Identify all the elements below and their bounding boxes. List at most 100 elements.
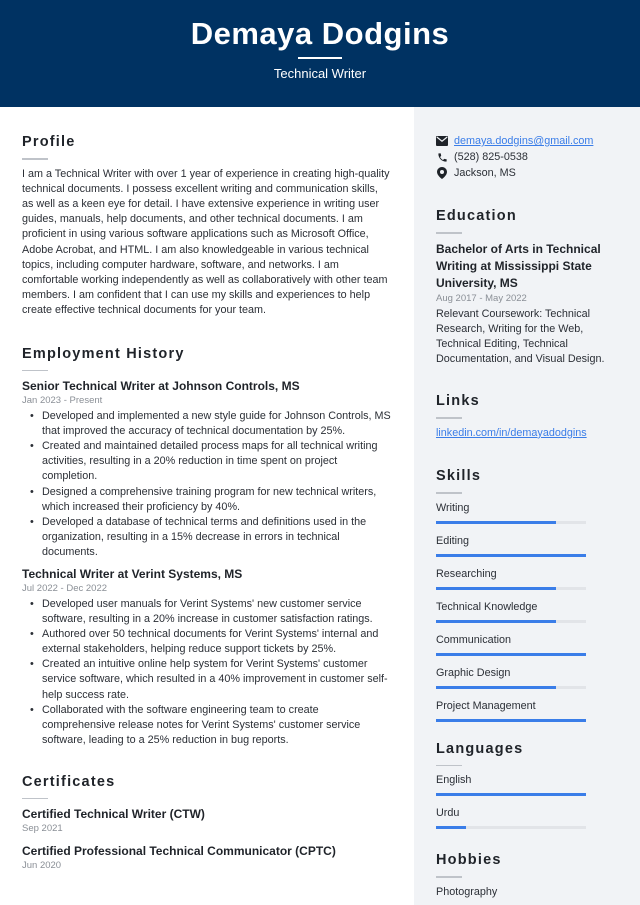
- linkedin-link[interactable]: linkedin.com/in/demayadodgins: [436, 427, 587, 439]
- section-heading: Certificates: [22, 773, 116, 790]
- certificate-entry: Certified Professional Technical Communi…: [22, 843, 392, 872]
- section-heading: Languages: [436, 740, 524, 757]
- profile-section: Profile I am a Technical Writer with ove…: [22, 134, 392, 319]
- skill-item-label: Technical Knowledge: [436, 600, 538, 613]
- certificate-date: Jun 2020: [22, 860, 62, 872]
- job-bullets: Developed and implemented a new style gu…: [22, 409, 392, 560]
- job-entry-title: Technical Writer at Verint Systems, MS: [22, 566, 243, 581]
- skill-item-level-bar: [436, 619, 586, 623]
- bullet-item: Developed a database of technical terms …: [30, 515, 392, 560]
- links-section: Links linkedin.com/in/demayadodgins: [436, 393, 626, 441]
- contact-location-row: Jackson, MS: [436, 165, 626, 181]
- resume-header: Demaya Dodgins Technical Writer: [0, 0, 640, 107]
- skill-item: Researching: [436, 567, 626, 590]
- job-entry: Technical Writer at Verint Systems, MS J…: [22, 566, 392, 748]
- phone-icon: [436, 151, 448, 163]
- skill-item-level-fill: [436, 520, 556, 524]
- job-entry-dates: Jul 2022 - Dec 2022: [22, 582, 108, 594]
- skill-item-level-fill: [436, 586, 556, 590]
- phone-number: (528) 825-0538: [454, 151, 528, 163]
- skill-item: Communication: [436, 633, 626, 656]
- skill-item-level-fill: [436, 685, 556, 689]
- job-entry: Senior Technical Writer at Johnson Contr…: [22, 378, 392, 560]
- skill-item-level-fill: [436, 619, 556, 623]
- contact-section: demaya.dodgins@gmail.com (528) 825-0538 …: [436, 133, 626, 181]
- degree-title: Bachelor of Arts in Technical Writing at…: [436, 241, 601, 290]
- section-divider: [436, 876, 462, 878]
- job-entry-dates: Jan 2023 - Present: [22, 395, 103, 407]
- map-pin-icon: [436, 167, 448, 179]
- main-column: Profile I am a Technical Writer with ove…: [22, 107, 392, 874]
- skill-item-label: Researching: [436, 567, 497, 580]
- section-heading: Profile: [22, 134, 76, 150]
- section-divider: [436, 764, 462, 767]
- languages-section: Languages English Urdu: [436, 741, 626, 830]
- language-item-level-fill: [436, 793, 586, 797]
- profile-text: I am a Technical Writer with over 1 year…: [22, 167, 390, 317]
- hobby-item: Photography: [436, 885, 498, 898]
- section-heading: Links: [436, 393, 480, 410]
- skill-item-label: Editing: [436, 534, 470, 547]
- section-divider: [436, 232, 462, 234]
- location-text: Jackson, MS: [454, 167, 516, 179]
- contact-phone-row: (528) 825-0538: [436, 149, 626, 165]
- bullet-item: Designed a comprehensive training progra…: [30, 485, 392, 515]
- certificate-date: Sep 2021: [22, 823, 63, 835]
- skill-item-label: Communication: [436, 633, 512, 646]
- certificates-section: Certificates Certified Technical Writer …: [22, 774, 392, 873]
- bullet-item: Authored over 50 technical documents for…: [30, 627, 392, 657]
- certificate-name: Certified Professional Technical Communi…: [22, 844, 336, 859]
- skill-item-level-bar: [436, 553, 586, 557]
- skill-item: Writing: [436, 501, 626, 524]
- languages-list: English Urdu: [436, 773, 626, 830]
- language-item-label: English: [436, 774, 472, 787]
- section-divider: [436, 492, 462, 494]
- skill-item-label: Graphic Design: [436, 666, 511, 679]
- education-details: Relevant Coursework: Technical Research,…: [436, 307, 605, 366]
- skill-item: Project Management: [436, 699, 626, 722]
- section-divider: [436, 417, 462, 419]
- skill-item-level-bar: [436, 685, 586, 689]
- skill-item-level-fill: [436, 553, 586, 557]
- language-item-label: Urdu: [436, 807, 460, 820]
- job-entry-title: Senior Technical Writer at Johnson Contr…: [22, 379, 300, 394]
- skill-item-level-bar: [436, 652, 586, 656]
- section-divider: [22, 369, 48, 372]
- employment-section: Employment History Senior Technical Writ…: [22, 346, 392, 748]
- skills-section: Skills Writing Editing Researching Technica…: [436, 468, 626, 722]
- language-item-level-bar: [436, 826, 586, 830]
- skill-item-level-fill: [436, 652, 586, 656]
- skill-item-level-bar: [436, 586, 586, 590]
- language-item-level-fill: [436, 826, 466, 830]
- skill-item-label: Project Management: [436, 699, 536, 712]
- language-item-level-bar: [436, 793, 586, 797]
- skill-item-label: Writing: [436, 501, 470, 514]
- envelope-icon: [436, 135, 448, 147]
- bullet-item: Developed user manuals for Verint System…: [30, 597, 392, 627]
- certificate-entry: Certified Technical Writer (CTW) Sep 202…: [22, 806, 392, 835]
- section-heading: Hobbies: [436, 852, 502, 869]
- hobbies-section: Hobbies Photography: [436, 852, 626, 900]
- job-bullets: Developed user manuals for Verint System…: [22, 597, 392, 748]
- skill-item: Graphic Design: [436, 666, 626, 689]
- skill-item: Editing: [436, 534, 626, 557]
- email-link[interactable]: demaya.dodgins@gmail.com: [454, 133, 593, 149]
- bullet-item: Developed and implemented a new style gu…: [30, 409, 392, 439]
- job-title: Technical Writer: [273, 66, 367, 81]
- section-heading: Skills: [436, 468, 482, 485]
- section-heading: Employment History: [22, 345, 185, 362]
- language-item: English: [436, 773, 626, 797]
- education-section: Education Bachelor of Arts in Technical …: [436, 208, 626, 367]
- education-dates: Aug 2017 - May 2022: [436, 292, 527, 304]
- header-divider: [298, 57, 342, 59]
- skills-list: Writing Editing Researching Technical Knowl…: [436, 501, 626, 722]
- section-divider: [22, 158, 48, 160]
- bullet-item: Created and maintained detailed process …: [30, 439, 392, 484]
- contact-email-row: demaya.dodgins@gmail.com: [436, 133, 626, 149]
- candidate-name: Demaya Dodgins: [190, 16, 450, 51]
- skill-item-level-bar: [436, 520, 586, 524]
- skill-item-level-fill: [436, 718, 586, 722]
- section-divider: [22, 797, 48, 800]
- certificate-name: Certified Technical Writer (CTW): [22, 807, 205, 822]
- skill-item: Technical Knowledge: [436, 600, 626, 623]
